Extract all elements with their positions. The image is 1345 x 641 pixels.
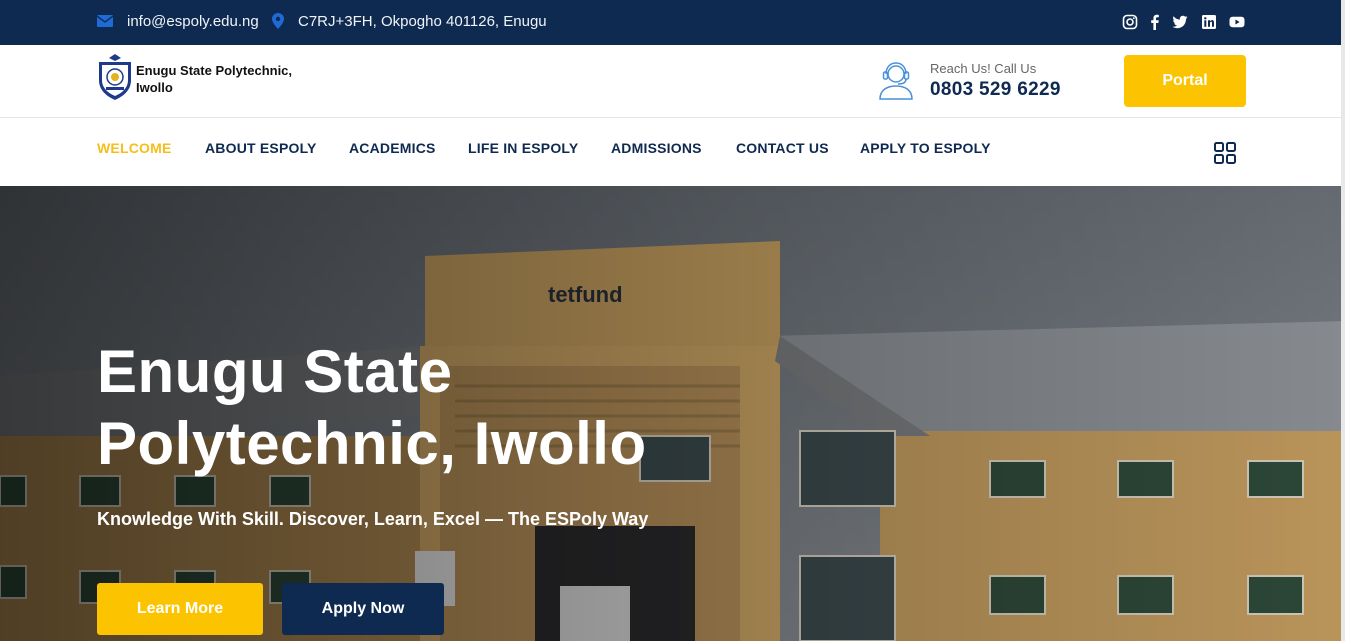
nav-item-welcome[interactable]: WELCOME: [97, 140, 172, 156]
nav-item-life-in-espoly[interactable]: LIFE IN ESPOLY: [468, 140, 578, 156]
linkedin-icon[interactable]: [1201, 14, 1217, 30]
learn-more-button[interactable]: Learn More: [97, 583, 263, 635]
address-text: C7RJ+3FH, Okpogho 401126, Enugu: [298, 13, 547, 30]
hero-title: Enugu State Polytechnic, Iwollo: [97, 338, 647, 477]
main-nav: WELCOME ABOUT ESPOLY ACADEMICS LIFE IN E…: [0, 118, 1345, 186]
customer-support-icon: [879, 62, 913, 100]
instagram-icon[interactable]: [1122, 14, 1138, 30]
mail-icon: [97, 15, 113, 27]
apply-now-button[interactable]: Apply Now: [282, 583, 444, 635]
email-link[interactable]: info@espoly.edu.ng: [127, 13, 259, 30]
logo-text[interactable]: Enugu State Polytechnic, Iwollo: [136, 62, 306, 96]
phone-number[interactable]: 0803 529 6229: [930, 79, 1061, 101]
nav-item-about-espoly[interactable]: ABOUT ESPOLY: [205, 140, 317, 156]
nav-item-contact-us[interactable]: CONTACT US: [736, 140, 829, 156]
youtube-icon[interactable]: [1229, 14, 1245, 30]
facebook-icon[interactable]: [1147, 14, 1163, 30]
nav-item-apply-to-espoly[interactable]: APPLY TO ESPOLY: [860, 140, 991, 156]
reach-us-label: Reach Us! Call Us: [930, 61, 1037, 76]
twitter-icon[interactable]: [1172, 14, 1188, 30]
nav-item-academics[interactable]: ACADEMICS: [349, 140, 436, 156]
grid-menu-icon[interactable]: [1214, 142, 1236, 164]
location-pin-icon: [272, 13, 284, 29]
hero-subtitle: Knowledge With Skill. Discover, Learn, E…: [97, 509, 649, 529]
top-bar: info@espoly.edu.ng C7RJ+3FH, Okpogho 401…: [0, 0, 1345, 45]
page-scrollbar[interactable]: [1341, 0, 1345, 641]
nav-item-admissions[interactable]: ADMISSIONS: [611, 140, 702, 156]
espoly-logo-icon[interactable]: [97, 53, 133, 101]
site-header: Enugu State Polytechnic, Iwollo Reach Us…: [0, 45, 1345, 118]
portal-button[interactable]: Portal: [1124, 55, 1246, 107]
hero-section: tetfund: [0, 186, 1345, 641]
